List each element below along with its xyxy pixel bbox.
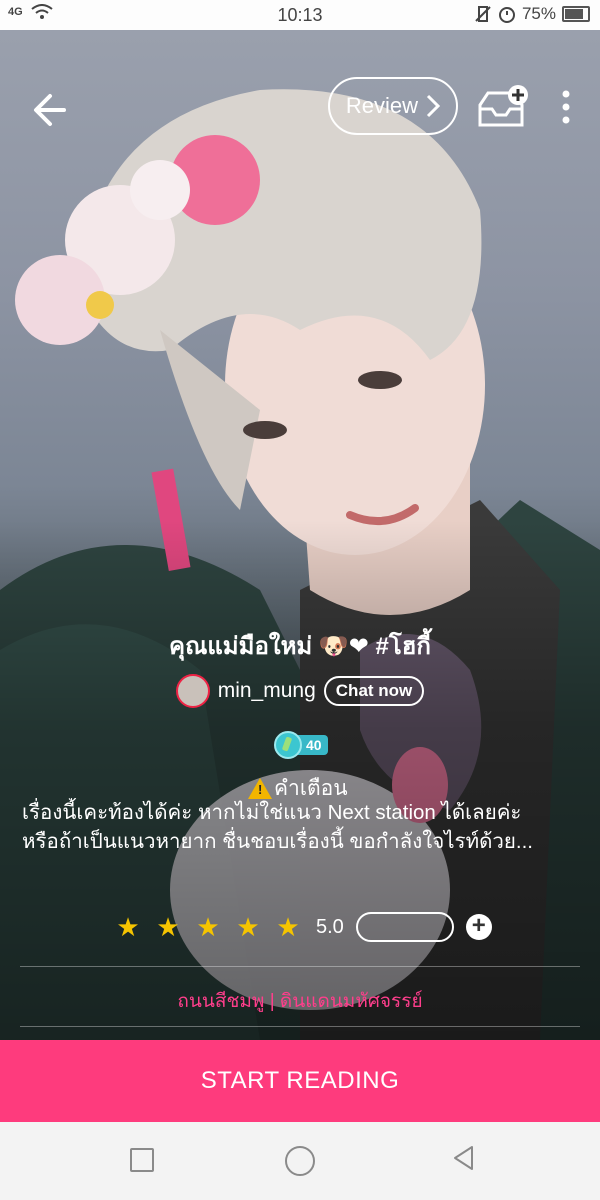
star-icon: ★: [196, 912, 220, 942]
recent-apps-icon[interactable]: [130, 1148, 154, 1172]
star-icon: ★: [276, 912, 300, 942]
warning-icon: !: [248, 778, 272, 799]
synopsis-line-1: เรื่องนี้เคะท้องได้ค่ะ หากไม่ใช่แนว Next…: [22, 801, 522, 824]
start-reading-button[interactable]: START READING: [0, 1040, 600, 1122]
author-level-badge: 40: [274, 730, 328, 760]
review-button[interactable]: Review: [328, 77, 458, 135]
alarm-icon: [498, 7, 515, 23]
status-bar: 4G 10:13 75%: [0, 0, 600, 30]
divider-top: [20, 966, 580, 967]
story-tags[interactable]: ถนนสีชมพู | ดินแดนมหัศจรรย์: [0, 986, 600, 1016]
back-arrow-icon[interactable]: [28, 90, 78, 130]
rating-row: ★ ★ ★ ★ ★ 5.0 +: [116, 912, 492, 942]
add-to-library-icon[interactable]: [474, 85, 534, 131]
battery-percent: 75%: [521, 4, 556, 23]
star-icon: ★: [116, 912, 140, 942]
story-title: คุณแม่มือใหม่ 🐶❤ #โฮกี้: [169, 633, 431, 660]
vibrate-mute-icon: [475, 6, 491, 22]
author-row: min_mung Chat now: [0, 674, 600, 708]
chevron-right-icon: [427, 94, 441, 118]
home-icon[interactable]: [285, 1146, 315, 1176]
status-right: 75%: [474, 4, 590, 24]
nav-back-icon[interactable]: [450, 1144, 478, 1172]
rate-input[interactable]: [355, 912, 454, 942]
add-rating-button[interactable]: +: [465, 914, 492, 940]
system-nav-bar: [0, 1122, 600, 1200]
synopsis-line-2: หรือถ้าเป็นแนวหายาก ชื่นชอบเรื่องนี้ ขอก…: [22, 830, 533, 853]
more-vertical-icon[interactable]: [552, 88, 580, 128]
star-icon: ★: [236, 912, 260, 942]
author-name[interactable]: min_mung: [218, 679, 316, 703]
divider-bottom: [20, 1026, 580, 1027]
review-label: Review: [345, 93, 419, 118]
story-cover: Review คุณแม่มือใหม่ 🐶❤ #โฮกี้ min_mung …: [0, 30, 600, 1040]
battery-icon: [562, 6, 590, 22]
rating-score: 5.0: [316, 915, 344, 938]
author-avatar[interactable]: [175, 674, 210, 708]
level-gem-icon: [274, 731, 302, 759]
star-icon: ★: [156, 912, 180, 942]
chat-now-button[interactable]: Chat now: [323, 676, 425, 706]
story-synopsis[interactable]: เรื่องนี้เคะท้องได้ค่ะ หากไม่ใช่แนว Next…: [22, 798, 582, 856]
